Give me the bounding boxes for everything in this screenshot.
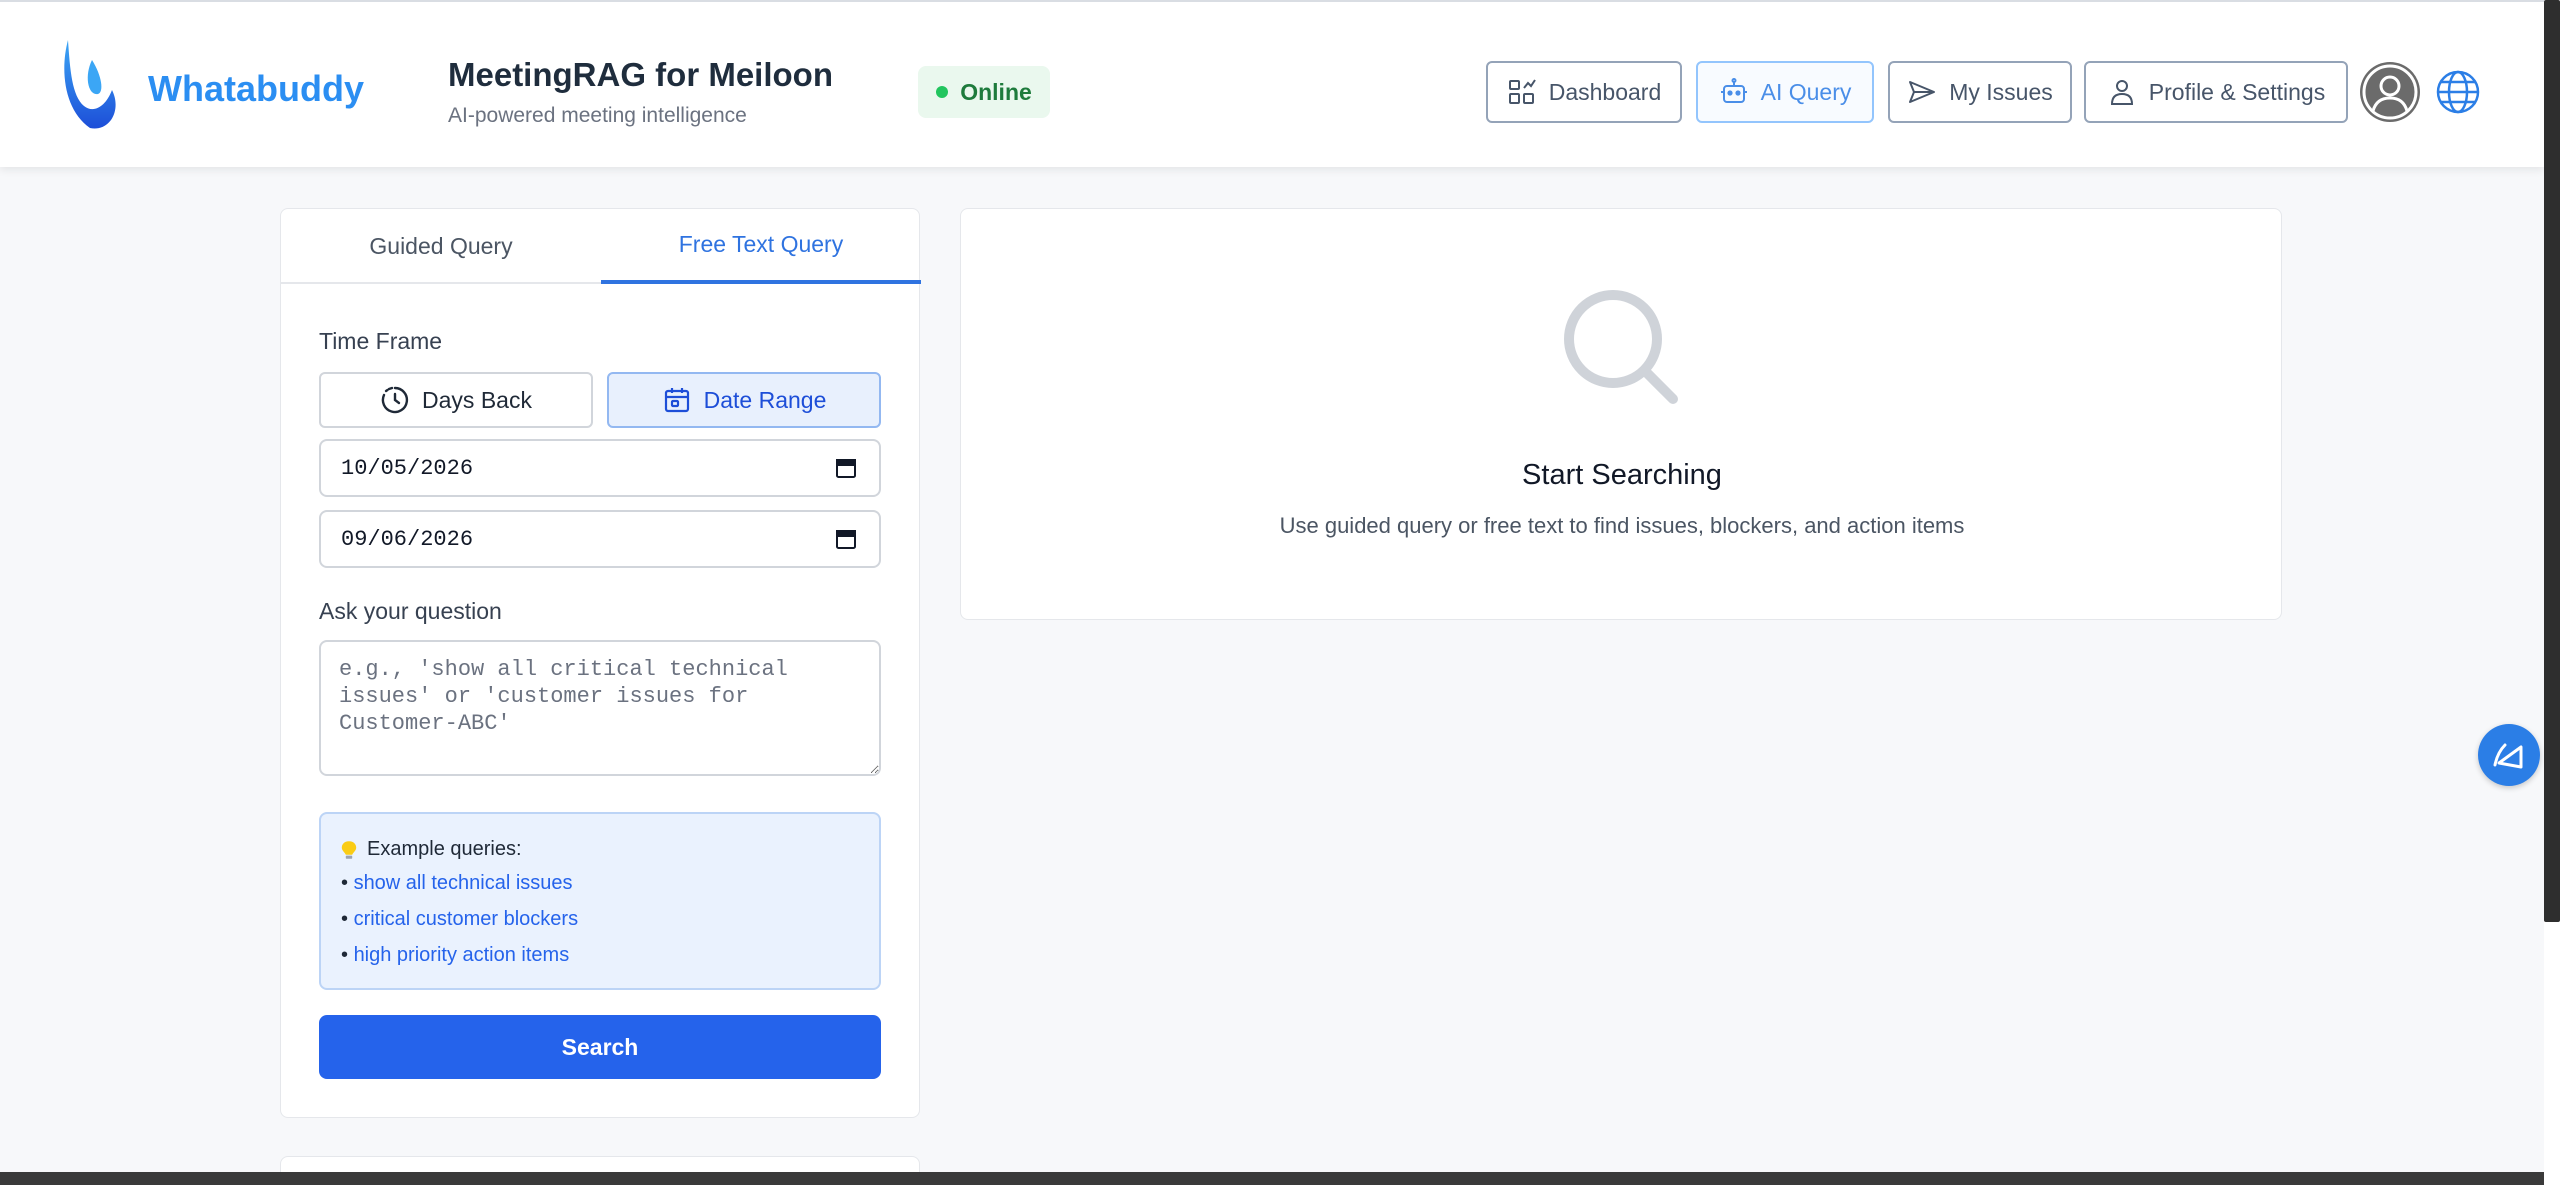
question-textarea[interactable] [319,640,881,776]
query-panel: Guided Query Free Text Query Time Frame … [280,208,921,1118]
vertical-scrollbar-thumb[interactable] [2544,0,2560,922]
status-badge: Online [918,66,1050,118]
days-back-button[interactable]: Days Back [319,372,593,428]
question-label: Ask your question [319,598,502,624]
example-query-text: critical customer blockers [353,908,579,930]
status-dot-icon [936,86,949,98]
nav-dashboard-button[interactable]: Dashboard [1486,61,1682,123]
bullet: • [341,872,354,894]
avatar-icon [2362,64,2418,120]
dashboard-icon [1508,79,1536,104]
send-icon [1909,81,1936,103]
nav-ai-query-button[interactable]: AI Query [1696,61,1874,123]
date-range-label: Date Range [703,386,827,413]
calendar-icon [664,388,689,413]
query-tabs: Guided Query Free Text Query [281,209,921,284]
days-back-label: Days Back [422,386,532,413]
search-button[interactable]: Search [319,1015,881,1079]
end-date-value: 09/06/2026 [341,526,474,552]
example-query-item[interactable]: • critical customer blockers [341,908,578,931]
bullet: • [341,908,354,930]
assistant-fab-button[interactable] [2478,724,2540,786]
bullet: • [341,944,354,966]
examples-title: Example queries: [341,838,522,861]
avatar[interactable] [2360,62,2420,122]
lightbulb-icon [341,840,357,859]
nav-dashboard-label: Dashboard [1548,78,1662,105]
brand-name[interactable]: Whatabuddy [148,68,364,110]
app-title: MeetingRAG for Meiloon [448,56,833,93]
top-header: Whatabuddy MeetingRAG for Meiloon AI-pow… [0,0,2544,167]
history-icon [381,386,409,414]
tab-free-text-query[interactable]: Free Text Query [601,209,921,284]
nav-my-issues-button[interactable]: My Issues [1888,61,2072,123]
search-icon [1564,290,1678,404]
user-icon [2110,80,2133,105]
calendar-icon[interactable] [835,457,857,479]
start-date-value: 10/05/2026 [341,455,474,481]
status-text: Online [960,78,1032,105]
empty-state-subtitle: Use guided query or free text to find is… [1279,513,1965,538]
nav-ai-query-label: AI Query [1760,78,1852,105]
examples-title-text: Example queries: [367,838,522,860]
example-query-item[interactable]: • high priority action items [341,944,569,967]
app-subtitle: AI-powered meeting intelligence [448,104,747,127]
whatabuddy-logo-icon[interactable] [62,40,118,132]
example-query-text: high priority action items [353,944,570,966]
globe-icon[interactable] [2434,68,2482,116]
empty-state-title: Start Searching [1522,459,1722,491]
example-query-item[interactable]: • show all technical issues [341,872,573,895]
results-panel: Start Searching Use guided query or free… [960,208,2282,620]
calendar-icon[interactable] [835,528,857,550]
assistant-fab-icon [2493,743,2523,769]
nav-my-issues-label: My Issues [1949,78,2053,105]
robot-icon [1720,78,1747,103]
end-date-input[interactable]: 09/06/2026 [319,510,881,568]
time-frame-label: Time Frame [319,328,443,354]
date-range-button[interactable]: Date Range [607,372,881,428]
example-query-text: show all technical issues [353,872,573,894]
tab-guided-query[interactable]: Guided Query [281,209,601,284]
nav-profile-button[interactable]: Profile & Settings [2084,61,2348,123]
nav-profile-label: Profile & Settings [2148,78,2326,105]
horizontal-scrollbar[interactable] [0,1172,2544,1185]
example-queries-box: Example queries: • show all technical is… [319,812,881,990]
start-date-input[interactable]: 10/05/2026 [319,439,881,497]
